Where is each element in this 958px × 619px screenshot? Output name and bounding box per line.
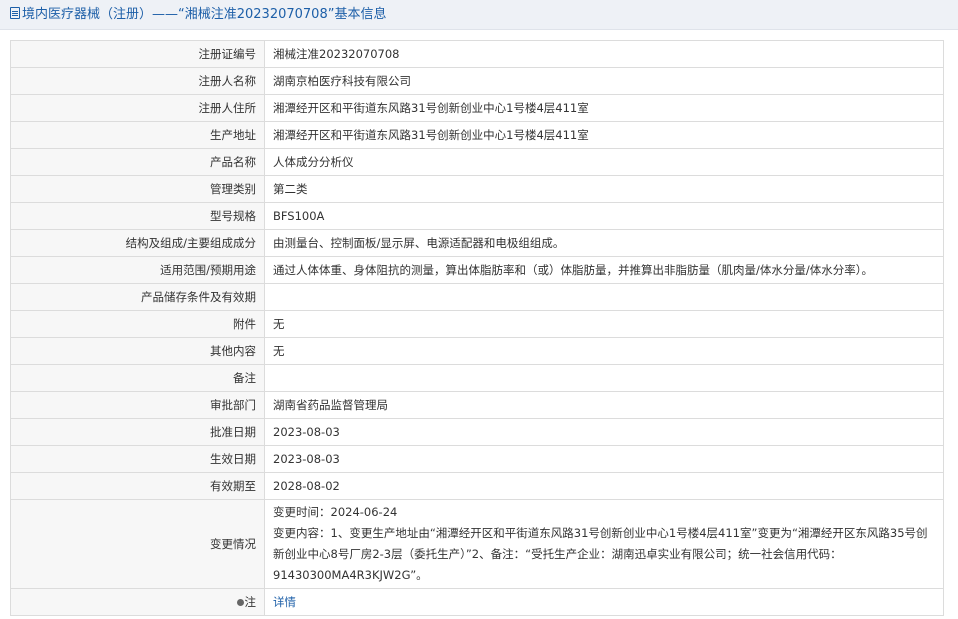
field-value: BFS100A	[264, 202, 944, 230]
field-label: 有效期至	[10, 472, 265, 500]
field-value: 无	[264, 337, 944, 365]
field-value: 湘潭经开区和平街道东风路31号创新创业中心1号楼4层411室	[264, 94, 944, 122]
field-label: 型号规格	[10, 202, 265, 230]
table-row: 结构及组成/主要组成成分 由测量台、控制面板/显示屏、电源适配器和电极组组成。	[10, 229, 944, 257]
field-label: 注册证编号	[10, 40, 265, 68]
field-label: 备注	[10, 364, 265, 392]
page-title-bar: 境内医疗器械（注册）——“湘械注准20232070708”基本信息	[0, 0, 958, 30]
field-value: 湖南省药品监督管理局	[264, 391, 944, 419]
table-row: 生产地址 湘潭经开区和平街道东风路31号创新创业中心1号楼4层411室	[10, 121, 944, 149]
details-link[interactable]: 详情	[273, 595, 296, 609]
table-row-change: 变更情况 变更时间：2024-06-24 变更内容：1、变更生产地址由“湘潭经开…	[10, 499, 944, 589]
document-icon	[10, 7, 20, 19]
field-value	[264, 364, 944, 392]
table-row: 产品储存条件及有效期	[10, 283, 944, 311]
field-label: 注册人住所	[10, 94, 265, 122]
field-label: 产品储存条件及有效期	[10, 283, 265, 311]
field-value: 2023-08-03	[264, 445, 944, 473]
field-label: 注册人名称	[10, 67, 265, 95]
field-label: 其他内容	[10, 337, 265, 365]
table-row: 注册人名称 湖南京柏医疗科技有限公司	[10, 67, 944, 95]
field-value: 由测量台、控制面板/显示屏、电源适配器和电极组组成。	[264, 229, 944, 257]
note-value-cell: 详情	[264, 588, 944, 616]
field-value: 通过人体体重、身体阻抗的测量，算出体脂肪率和（或）体脂肪量，并推算出非脂肪量（肌…	[264, 256, 944, 284]
field-label: 管理类别	[10, 175, 265, 203]
field-value: 2028-08-02	[264, 472, 944, 500]
note-label: 注	[244, 595, 257, 609]
field-label: 适用范围/预期用途	[10, 256, 265, 284]
table-row: 生效日期 2023-08-03	[10, 445, 944, 473]
table-row: 适用范围/预期用途 通过人体体重、身体阻抗的测量，算出体脂肪率和（或）体脂肪量，…	[10, 256, 944, 284]
table-row: 型号规格 BFS100A	[10, 202, 944, 230]
field-label: 批准日期	[10, 418, 265, 446]
page-title: 境内医疗器械（注册）——“湘械注准20232070708”基本信息	[22, 7, 387, 22]
field-value: 第二类	[264, 175, 944, 203]
table-row: 产品名称 人体成分分析仪	[10, 148, 944, 176]
table-row: 附件 无	[10, 310, 944, 338]
registration-info-table: 注册证编号 湘械注准20232070708 注册人名称 湖南京柏医疗科技有限公司…	[10, 40, 944, 616]
change-value: 变更时间：2024-06-24 变更内容：1、变更生产地址由“湘潭经开区和平街道…	[264, 499, 944, 589]
table-row: 其他内容 无	[10, 337, 944, 365]
field-label: 生产地址	[10, 121, 265, 149]
field-label: 结构及组成/主要组成成分	[10, 229, 265, 257]
field-label: 产品名称	[10, 148, 265, 176]
field-value: 湘潭经开区和平街道东风路31号创新创业中心1号楼4层411室	[264, 121, 944, 149]
table-row-note: 注 详情	[10, 588, 944, 616]
table-row: 注册人住所 湘潭经开区和平街道东风路31号创新创业中心1号楼4层411室	[10, 94, 944, 122]
field-value: 湘械注准20232070708	[264, 40, 944, 68]
table-row: 备注	[10, 364, 944, 392]
field-label: 生效日期	[10, 445, 265, 473]
change-time: 变更时间：2024-06-24	[273, 505, 398, 519]
field-value: 人体成分分析仪	[264, 148, 944, 176]
field-value: 无	[264, 310, 944, 338]
table-row: 审批部门 湖南省药品监督管理局	[10, 391, 944, 419]
field-label: 审批部门	[10, 391, 265, 419]
table-row: 注册证编号 湘械注准20232070708	[10, 40, 944, 68]
field-value: 2023-08-03	[264, 418, 944, 446]
field-value: 湖南京柏医疗科技有限公司	[264, 67, 944, 95]
field-label: 变更情况	[10, 499, 265, 589]
field-value	[264, 283, 944, 311]
field-label: 附件	[10, 310, 265, 338]
note-label-cell: 注	[10, 588, 265, 616]
table-row: 有效期至 2028-08-02	[10, 472, 944, 500]
table-row: 批准日期 2023-08-03	[10, 418, 944, 446]
change-content: 变更内容：1、变更生产地址由“湘潭经开区和平街道东风路31号创新创业中心1号楼4…	[273, 526, 928, 582]
table-row: 管理类别 第二类	[10, 175, 944, 203]
bullet-icon	[236, 599, 244, 606]
